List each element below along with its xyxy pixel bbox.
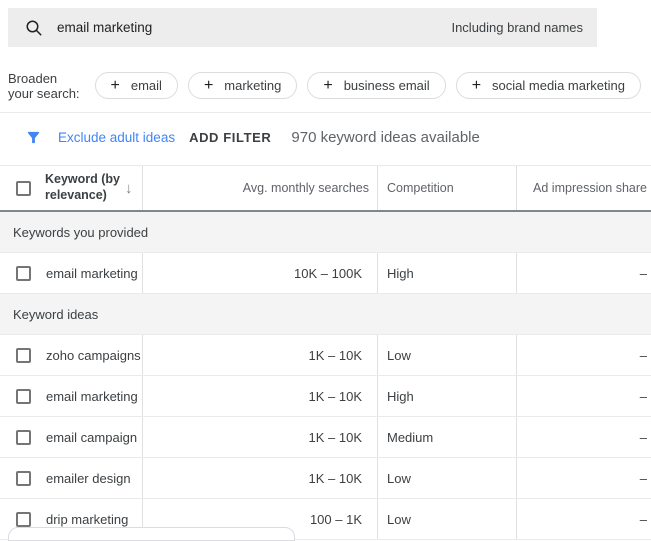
keyword-table: Keyword (by relevance) ↓ Avg. monthly se… <box>0 165 651 540</box>
ad-share-cell: – <box>517 335 651 375</box>
ad-share-cell: – <box>517 499 651 539</box>
section-keywords-you-provided: Keywords you provided <box>0 212 651 253</box>
table-header-row: Keyword (by relevance) ↓ Avg. monthly se… <box>0 166 651 212</box>
section-keyword-ideas: Keyword ideas <box>0 294 651 335</box>
broaden-search-row: Broaden your search: + email + marketing… <box>8 72 651 99</box>
keyword-column-label: Keyword (by relevance) <box>45 172 121 203</box>
row-checkbox[interactable] <box>16 471 31 486</box>
competition-cell: High <box>378 253 517 293</box>
avg-searches-cell: 1K – 10K <box>143 335 378 375</box>
search-input[interactable]: email marketing <box>57 20 451 35</box>
row-checkbox[interactable] <box>16 266 31 281</box>
filter-funnel-icon <box>25 129 42 146</box>
competition-cell: Low <box>378 458 517 498</box>
keyword-search-bar[interactable]: email marketing Including brand names <box>8 8 597 47</box>
exclude-adult-ideas-link[interactable]: Exclude adult ideas <box>58 130 175 145</box>
table-row: email marketing 10K – 100K High – <box>0 253 651 294</box>
plus-icon: + <box>204 78 213 94</box>
row-checkbox[interactable] <box>16 348 31 363</box>
table-row: emailer design 1K – 10K Low – <box>0 458 651 499</box>
header-keyword-column[interactable]: Keyword (by relevance) ↓ <box>0 166 143 210</box>
avg-searches-cell: 10K – 100K <box>143 253 378 293</box>
chip-marketing[interactable]: + marketing <box>188 72 297 99</box>
sort-descending-icon: ↓ <box>125 180 133 197</box>
keyword-cell: email marketing <box>46 266 138 281</box>
competition-cell: Low <box>378 499 517 539</box>
keyword-ideas-count: 970 keyword ideas available <box>291 129 479 146</box>
table-row: email campaign 1K – 10K Medium – <box>0 417 651 458</box>
search-icon <box>25 19 43 37</box>
horizontal-divider <box>0 112 651 113</box>
plus-icon: + <box>111 78 120 94</box>
table-row: zoho campaigns 1K – 10K Low – <box>0 335 651 376</box>
competition-cell: Low <box>378 335 517 375</box>
header-competition[interactable]: Competition <box>378 166 517 210</box>
keyword-cell: email campaign <box>46 430 137 445</box>
add-filter-button[interactable]: ADD FILTER <box>189 130 271 145</box>
avg-searches-cell: 1K – 10K <box>143 458 378 498</box>
keyword-cell: drip marketing <box>46 512 128 527</box>
keyword-cell: zoho campaigns <box>46 348 141 363</box>
ad-share-cell: – <box>517 458 651 498</box>
header-avg-monthly-searches[interactable]: Avg. monthly searches <box>143 166 378 210</box>
plus-icon: + <box>472 78 481 94</box>
select-all-checkbox[interactable] <box>16 181 31 196</box>
table-row: email marketing serv… 1K – 10K High – <box>0 376 651 417</box>
header-ad-impression-share[interactable]: Ad impression share <box>517 166 651 210</box>
brand-names-note: Including brand names <box>451 20 583 35</box>
ad-share-cell: – <box>517 417 651 457</box>
keyword-cell: email marketing serv… <box>46 389 143 404</box>
chip-business-email[interactable]: + business email <box>307 72 445 99</box>
broaden-label: Broaden your search: <box>8 71 84 101</box>
row-checkbox[interactable] <box>16 512 31 527</box>
chip-social-media-marketing[interactable]: + social media marketing <box>456 72 641 99</box>
competition-cell: High <box>378 376 517 416</box>
plus-icon: + <box>323 78 332 94</box>
ad-share-cell: – <box>517 376 651 416</box>
filter-bar: Exclude adult ideas ADD FILTER 970 keywo… <box>25 126 480 148</box>
avg-searches-cell: 1K – 10K <box>143 376 378 416</box>
chip-email[interactable]: + email <box>95 72 178 99</box>
competition-cell: Medium <box>378 417 517 457</box>
bottom-overlay-card <box>8 527 295 541</box>
ad-share-cell: – <box>517 253 651 293</box>
avg-searches-cell: 1K – 10K <box>143 417 378 457</box>
row-checkbox[interactable] <box>16 430 31 445</box>
row-checkbox[interactable] <box>16 389 31 404</box>
keyword-cell: emailer design <box>46 471 131 486</box>
